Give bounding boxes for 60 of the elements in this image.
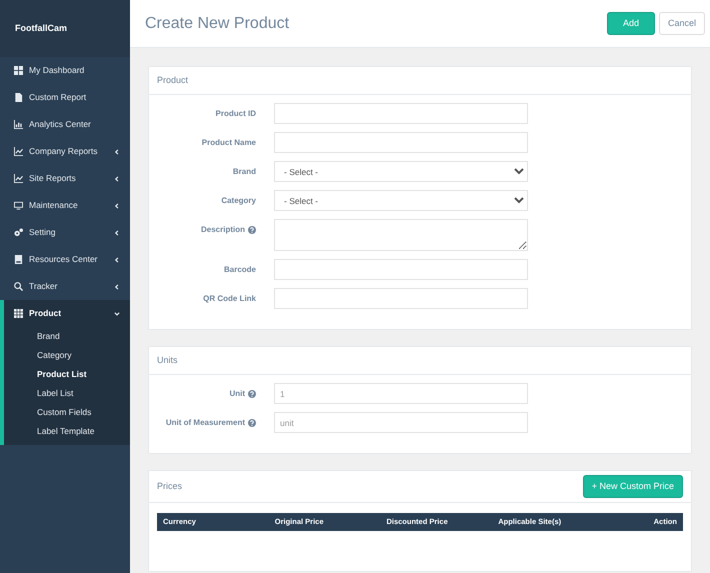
select-field[interactable]: - Select - — [274, 161, 528, 182]
field-label: Barcode — [224, 264, 256, 276]
sidebar-item[interactable]: Resources Center — [0, 246, 130, 273]
sidebar-item[interactable]: Site Reports — [0, 165, 130, 192]
brand-name: FootfallCam — [0, 0, 130, 57]
text-area[interactable] — [274, 219, 528, 251]
chevron-left-icon — [114, 148, 120, 154]
help-icon — [248, 418, 256, 426]
submenu-item[interactable]: Label List — [4, 384, 130, 403]
submenu-item[interactable]: Product List — [4, 365, 130, 384]
chevron-left-icon — [114, 176, 120, 182]
monitor-icon — [14, 201, 23, 210]
sidebar-item[interactable]: Setting — [0, 219, 130, 246]
field-label: Brand — [232, 166, 256, 178]
chevron-down-icon — [114, 310, 120, 316]
field-label: Category — [221, 194, 256, 206]
submenu-item[interactable]: Label Template — [4, 422, 130, 441]
bar-chart-icon — [14, 120, 23, 129]
panel-title: Product — [157, 74, 188, 87]
panel-title: Units — [157, 354, 178, 367]
panel-title: Prices — [157, 480, 182, 493]
input-field[interactable] — [274, 103, 528, 124]
sidebar-item[interactable]: Analytics Center — [0, 111, 130, 138]
input-field[interactable] — [274, 259, 528, 280]
gears-icon — [14, 228, 23, 237]
select-field[interactable]: - Select - — [274, 190, 528, 211]
sidebar-item[interactable]: Company Reports — [0, 138, 130, 165]
table-icon — [14, 309, 23, 318]
sidebar-item[interactable]: Maintenance — [0, 192, 130, 219]
chevron-left-icon — [114, 230, 120, 236]
document-icon — [14, 93, 23, 102]
field-label: QR Code Link — [203, 292, 256, 304]
chevron-left-icon — [114, 284, 120, 290]
sidebar-item[interactable]: Tracker — [0, 273, 130, 300]
magnifier-icon — [14, 282, 23, 291]
chevron-left-icon — [114, 256, 120, 262]
chevron-left-icon — [114, 202, 120, 208]
input-field[interactable]: unit — [274, 412, 528, 433]
input-field[interactable]: 1 — [274, 383, 528, 404]
submenu-item[interactable]: Brand — [4, 327, 130, 346]
field-label: Unit — [229, 388, 245, 400]
input-field[interactable] — [274, 288, 528, 309]
line-chart-icon — [14, 147, 23, 156]
submenu-item[interactable]: Custom Fields — [4, 403, 130, 422]
sidebar-item[interactable]: Custom Report — [0, 84, 130, 111]
help-icon — [248, 226, 256, 234]
sidebar-item[interactable]: My Dashboard — [0, 57, 130, 84]
cancel-button[interactable]: Cancel — [658, 12, 705, 36]
page-title: Create New Product — [145, 14, 290, 34]
input-field[interactable] — [274, 132, 528, 153]
field-label: Description — [200, 224, 245, 236]
line-chart-icon — [14, 174, 23, 183]
sidebar-item[interactable]: Product — [4, 300, 130, 327]
help-icon — [248, 390, 256, 398]
book-icon — [14, 255, 23, 264]
field-label: Unit of Measurement — [166, 416, 245, 428]
submenu-item[interactable]: Category — [4, 346, 130, 365]
field-label: Product Name — [202, 136, 256, 148]
field-label: Product ID — [216, 108, 256, 120]
grid-icon — [14, 66, 23, 75]
